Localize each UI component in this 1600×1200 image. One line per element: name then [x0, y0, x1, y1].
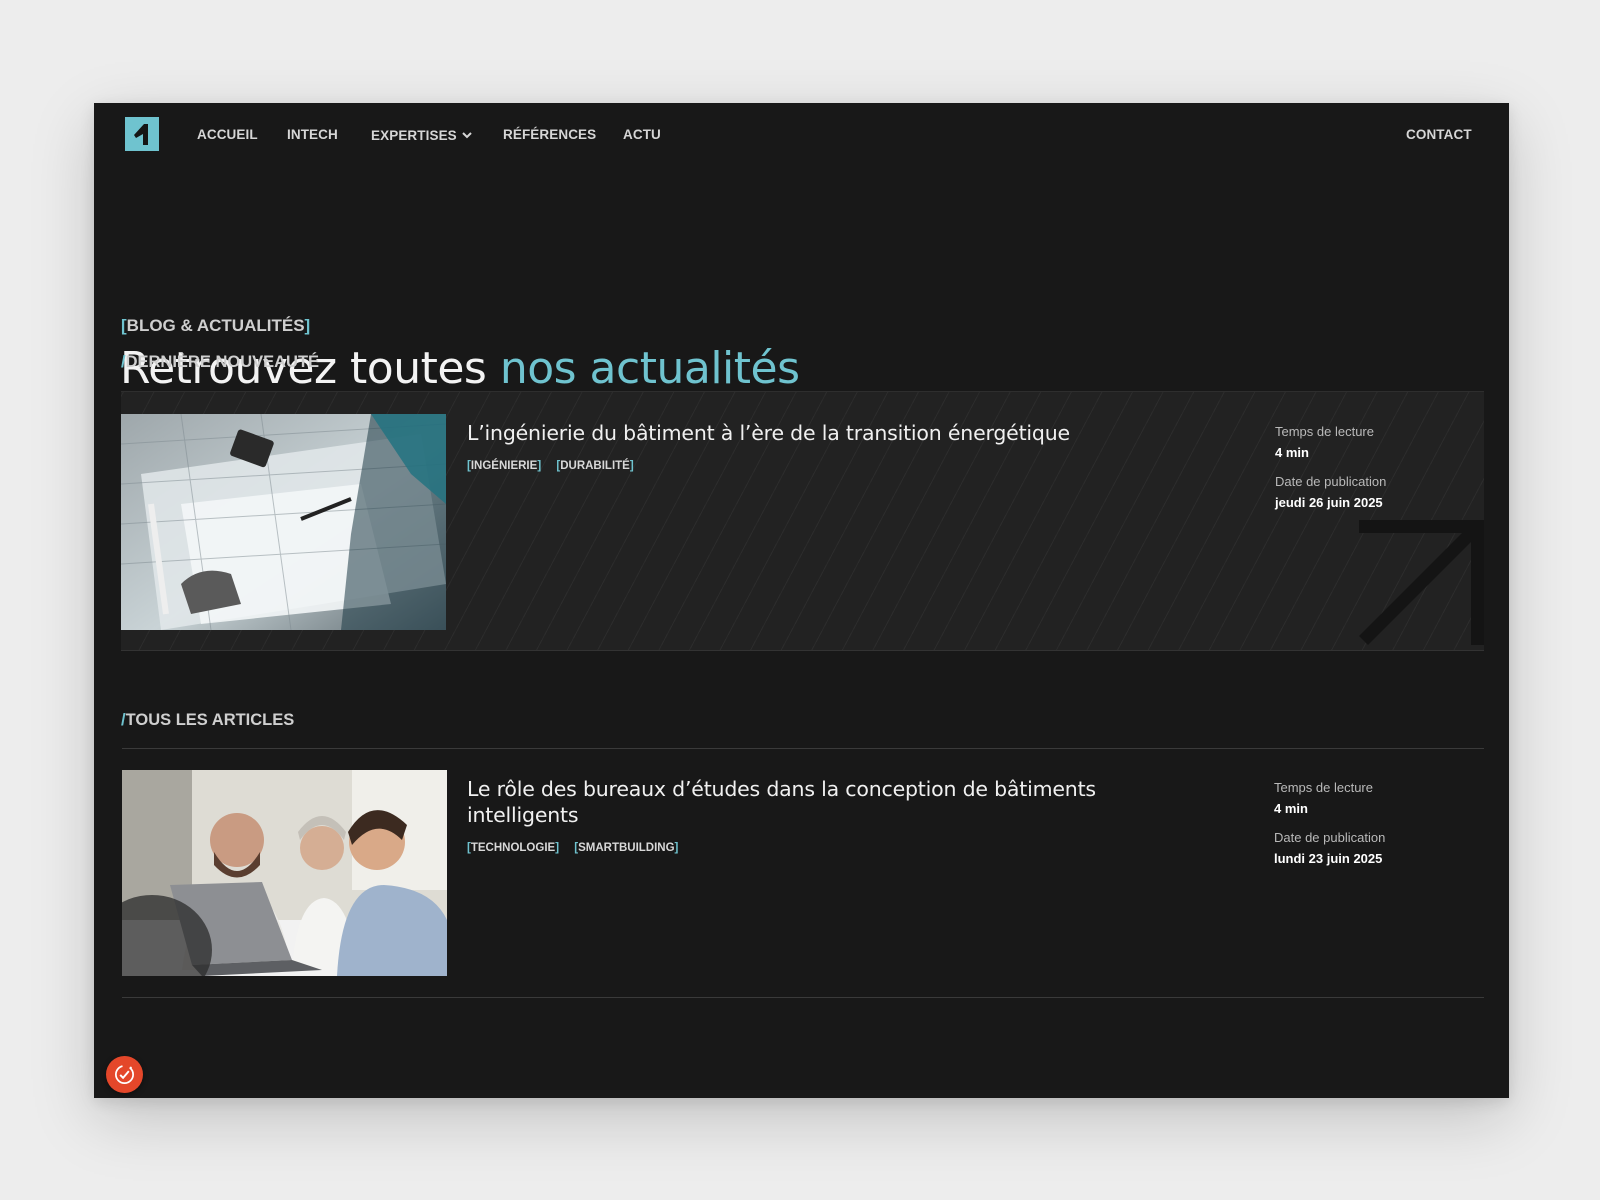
contact-button[interactable]: CONTACT — [1406, 127, 1472, 142]
tag-label: TECHNOLOGIE — [470, 842, 556, 854]
chevron-down-icon — [462, 127, 472, 142]
reading-time-value: 4 min — [1274, 801, 1308, 816]
featured-article-title[interactable]: L’ingénierie du bâtiment à l’ère de la t… — [467, 420, 1167, 446]
tag-label: INGÉNIERIE — [470, 460, 538, 472]
eyebrow-text: BLOG & ACTUALITÉS — [126, 316, 305, 335]
page-eyebrow: [BLOG & ACTUALITÉS] — [121, 316, 310, 336]
top-navigation: ACCUEIL INTECH EXPERTISES RÉFÉRENCES ACT… — [94, 103, 1509, 167]
tag-durabilite[interactable]: [DURABILITÉ] — [556, 460, 633, 472]
section-label-text: DERNIÈRE NOUVEAUTÉ — [125, 353, 320, 371]
nav-item-expertises[interactable]: EXPERTISES — [371, 127, 472, 143]
publish-date-label: Date de publication — [1274, 830, 1386, 845]
publish-date-value: lundi 23 juin 2025 — [1274, 851, 1383, 866]
browser-viewport: ACCUEIL INTECH EXPERTISES RÉFÉRENCES ACT… — [94, 103, 1509, 1098]
section-label-text: TOUS LES ARTICLES — [125, 711, 295, 729]
article-meta: Temps de lecture 4 min Date de publicati… — [1274, 780, 1385, 880]
publish-date-value: jeudi 26 juin 2025 — [1275, 495, 1383, 510]
eyebrow-bracket-close: ] — [304, 316, 311, 335]
tag-technologie[interactable]: [TECHNOLOGIE] — [467, 842, 559, 854]
nav-item-expertises-label: EXPERTISES — [371, 128, 457, 143]
tag-label: SMARTBUILDING — [578, 842, 675, 854]
list-item[interactable]: Le rôle des bureaux d’études dans la con… — [122, 770, 1484, 1020]
brand-logo-icon[interactable] — [125, 117, 159, 151]
tag-smartbuilding[interactable]: [SMARTBUILDING] — [574, 842, 678, 854]
article-image — [122, 770, 447, 986]
publish-date-label: Date de publication — [1275, 474, 1387, 489]
nav-item-intech[interactable]: INTECH — [287, 127, 338, 142]
featured-article-image — [121, 414, 446, 630]
page-title-accent: nos actualités — [499, 343, 800, 394]
reading-time-label: Temps de lecture — [1274, 780, 1373, 795]
featured-article-card[interactable]: L’ingénierie du bâtiment à l’ère de la t… — [121, 391, 1484, 651]
nav-item-accueil[interactable]: ACCUEIL — [197, 127, 258, 142]
tag-ingenierie[interactable]: [INGÉNIERIE] — [467, 460, 541, 472]
divider — [122, 748, 1484, 749]
reading-time-label: Temps de lecture — [1275, 424, 1374, 439]
reading-time-value: 4 min — [1275, 445, 1309, 460]
tag-label: DURABILITÉ — [560, 460, 630, 472]
article-title[interactable]: Le rôle des bureaux d’études dans la con… — [467, 776, 1127, 828]
divider — [122, 997, 1484, 998]
nav-item-actu[interactable]: ACTU — [623, 127, 661, 142]
article-tags: [TECHNOLOGIE] [SMARTBUILDING] — [467, 842, 690, 854]
featured-article-meta: Temps de lecture 4 min Date de publicati… — [1275, 424, 1386, 524]
section-label-all: /TOUS LES ARTICLES — [121, 711, 294, 730]
nav-item-references[interactable]: RÉFÉRENCES — [503, 127, 596, 142]
section-label-latest: /DERNIÈRE NOUVEAUTÉ — [121, 353, 319, 372]
cookie-consent-icon — [106, 1063, 143, 1086]
featured-article-tags: [INGÉNIERIE] [DURABILITÉ] — [467, 460, 646, 472]
cookie-consent-button[interactable] — [106, 1056, 143, 1093]
arrow-up-right-icon — [1359, 520, 1484, 650]
